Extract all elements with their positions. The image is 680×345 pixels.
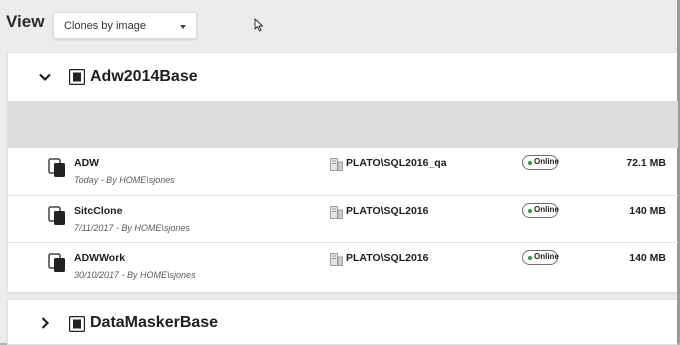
clone-size: 72.1 MB — [626, 157, 666, 169]
image-group-header[interactable]: Adw2014Base — [8, 53, 678, 101]
chevron-down-icon[interactable] — [38, 70, 52, 84]
status-text: Online — [534, 157, 559, 166]
status-dot-icon — [528, 209, 532, 213]
chevron-right-icon[interactable] — [38, 316, 52, 330]
status-badge: Online — [522, 155, 559, 170]
status-text: Online — [534, 252, 559, 261]
status-dot-icon — [528, 161, 532, 165]
clone-name[interactable]: ADW — [74, 157, 99, 169]
clone-size: 140 MB — [629, 252, 666, 264]
clone-row[interactable]: ADWWork 30/10/2017 - By HOME\sjones PLAT… — [8, 242, 678, 289]
clone-stack-icon — [48, 206, 65, 225]
clone-stack-icon — [48, 253, 65, 272]
status-badge: Online — [522, 250, 559, 265]
server-name: PLATO\SQL2016_qa — [346, 157, 447, 169]
database-image-icon — [69, 316, 85, 332]
view-select-value: Clones by image — [64, 19, 146, 32]
mouse-pointer-icon — [254, 18, 263, 32]
clone-meta: 30/10/2017 - By HOME\sjones — [74, 270, 196, 280]
status-badge: Online — [522, 203, 559, 218]
status-dot-icon — [528, 256, 532, 260]
image-group-title: DataMaskerBase — [90, 314, 219, 331]
image-group-card: DataMaskerBase — [7, 299, 677, 345]
clone-row[interactable]: ADW Today - By HOME\sjones PLATO\SQL2016… — [8, 148, 678, 195]
clone-meta: 7/11/2017 - By HOME\sjones — [74, 223, 190, 233]
view-select[interactable]: Clones by image — [53, 12, 197, 39]
clone-row[interactable]: SitcClone 7/11/2017 - By HOME\sjones PLA… — [8, 195, 678, 242]
server-icon — [330, 253, 343, 266]
image-group-title: Adw2014Base — [90, 68, 198, 85]
image-group-header[interactable]: DataMaskerBase — [8, 300, 678, 345]
server-name: PLATO\SQL2016 — [346, 252, 429, 264]
status-text: Online — [534, 205, 559, 214]
clone-name[interactable]: SitcClone — [74, 205, 122, 217]
clone-meta: Today - By HOME\sjones — [74, 175, 175, 185]
caret-down-icon — [180, 25, 186, 29]
clone-stack-icon — [48, 158, 65, 177]
group-band — [8, 101, 678, 148]
view-label: View — [6, 12, 45, 31]
database-image-icon — [69, 69, 85, 85]
clone-name[interactable]: ADWWork — [74, 252, 125, 264]
clone-size: 140 MB — [629, 205, 666, 217]
server-icon — [330, 206, 343, 219]
image-group-card: Adw2014Base ADW Today - By HOME\sjones P… — [7, 52, 678, 293]
server-name: PLATO\SQL2016 — [346, 205, 429, 217]
server-icon — [330, 158, 343, 171]
